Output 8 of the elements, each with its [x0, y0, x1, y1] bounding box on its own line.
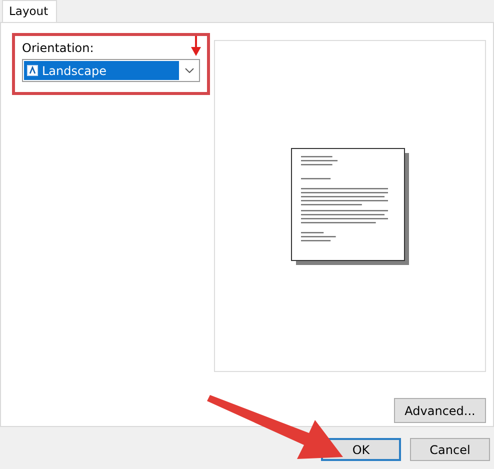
cancel-button[interactable]: Cancel [410, 438, 490, 461]
page-icon [27, 65, 38, 76]
advanced-button[interactable]: Advanced... [394, 398, 486, 423]
annotation-arrow [191, 36, 201, 56]
field-label: Orientation: [22, 41, 94, 55]
orientation-dropdown[interactable]: Landscape [22, 59, 200, 82]
caret-icon [185, 68, 194, 73]
tab[interactable]: Layout [2, 0, 58, 22]
